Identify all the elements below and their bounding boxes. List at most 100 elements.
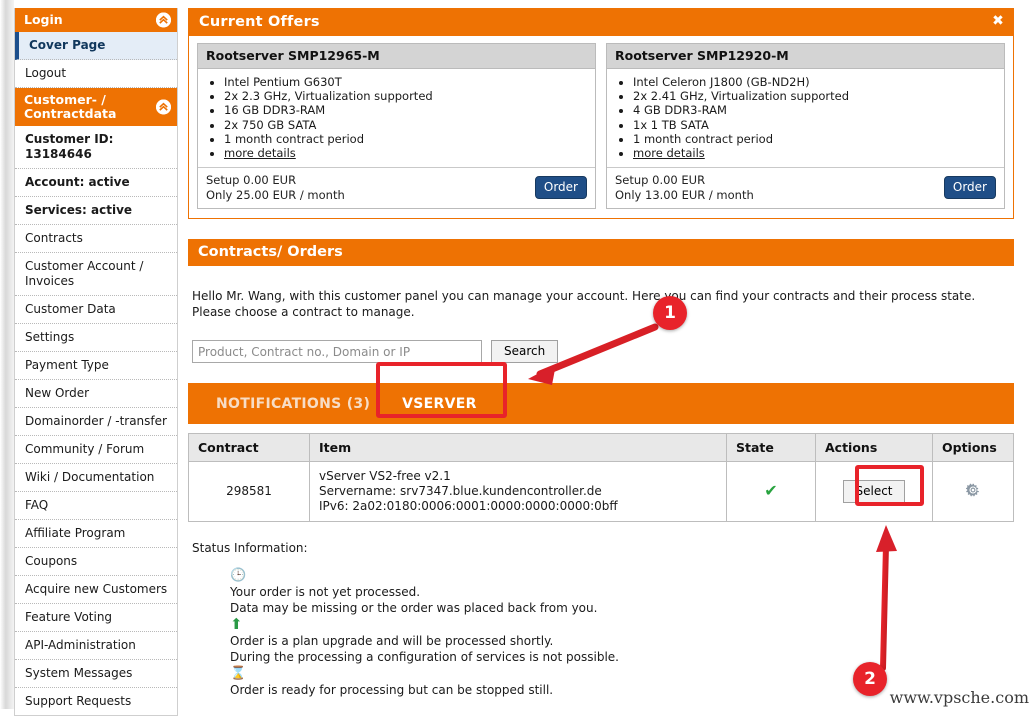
order-button[interactable]: Order: [534, 176, 587, 200]
sidebar-item-label: Customer Account / Invoices: [25, 259, 144, 288]
sidebar-item-wiki-documentation[interactable]: Wiki / Documentation: [15, 464, 177, 492]
sidebar-group-label: Customer- / Contractdata: [24, 92, 117, 121]
cell-state: ✔: [726, 461, 816, 523]
column-header-options: Options: [932, 433, 1014, 463]
cell-contract-number: 298581: [188, 461, 310, 523]
sidebar-item-label: Community / Forum: [25, 442, 145, 456]
offer-monthly-price: Only 13.00 EUR / month: [615, 187, 754, 202]
status-information-title: Status Information:: [192, 541, 308, 556]
current-offers-panel: Current Offers ✖ Rootserver SMP12965-M I…: [188, 8, 1014, 220]
more-details-link[interactable]: more details: [633, 146, 705, 160]
sidebar-item-api-administration[interactable]: API-Administration: [15, 632, 177, 660]
search-input[interactable]: [192, 340, 482, 364]
more-details-link[interactable]: more details: [224, 146, 296, 160]
sidebar-item-label: Wiki / Documentation: [25, 470, 155, 484]
sidebar-group-label: Login: [24, 12, 63, 27]
offer-title: Rootserver SMP12920-M: [607, 44, 1004, 69]
contracts-orders-header: Contracts/ Orders: [188, 239, 1014, 267]
sidebar-info-services-status: Services: active: [15, 197, 177, 225]
select-button[interactable]: Select: [843, 480, 905, 504]
sidebar-item-domainorder-transfer[interactable]: Domainorder / -transfer: [15, 408, 177, 436]
main-content: Current Offers ✖ Rootserver SMP12965-M I…: [188, 8, 1014, 699]
sidebar-item-label: FAQ: [25, 498, 49, 512]
chevrons-up-icon[interactable]: [156, 12, 171, 28]
sidebar-item-affiliate-program[interactable]: Affiliate Program: [15, 520, 177, 548]
sidebar-item-label: Customer Data: [25, 302, 116, 316]
tab-label: NOTIFICATIONS (3): [216, 395, 371, 412]
sidebar-info-account-status: Account: active: [15, 169, 177, 197]
sidebar-item-label: Feature Voting: [25, 610, 113, 624]
offer-pricing: Setup 0.00 EUR Only 13.00 EUR / month: [615, 173, 754, 202]
sidebar-item-logout[interactable]: Logout: [15, 60, 177, 88]
offers-card-list: Rootserver SMP12965-M Intel Pentium G630…: [189, 36, 1013, 219]
search-button[interactable]: Search: [491, 340, 559, 364]
table-header-row: Contract Item State Actions Options: [188, 433, 1014, 463]
column-header-state: State: [726, 433, 816, 463]
table-head: Contract Item State Actions Options: [188, 433, 1014, 463]
status-line: During the processing a configuration of…: [230, 650, 619, 665]
sidebar-item-community-forum[interactable]: Community / Forum: [15, 436, 177, 464]
sidebar-item-label: New Order: [25, 386, 90, 400]
offer-spec: Intel Pentium G630T: [224, 75, 587, 89]
sidebar-item-label: Support Requests: [25, 694, 132, 708]
offer-spec: 16 GB DDR3-RAM: [224, 103, 587, 117]
offer-title: Rootserver SMP12965-M: [198, 44, 595, 69]
offer-more-details-item: more details: [633, 146, 996, 160]
cell-actions: Select: [815, 461, 933, 523]
offer-setup-fee: Setup 0.00 EUR: [615, 173, 706, 188]
column-header-item: Item: [309, 433, 727, 463]
sidebar-item-customer-account-invoices[interactable]: Customer Account / Invoices: [15, 253, 177, 296]
status-entry: 🕒 Your order is not yet processed. Data …: [230, 568, 1014, 616]
sidebar-item-faq[interactable]: FAQ: [15, 492, 177, 520]
order-button[interactable]: Order: [943, 176, 996, 200]
cell-item: vServer VS2-free v2.1 Servername: srv734…: [309, 461, 727, 523]
sidebar-item-coupons[interactable]: Coupons: [15, 548, 177, 576]
column-header-contract: Contract: [188, 433, 310, 463]
panel-title: Current Offers: [199, 14, 320, 30]
gear-icon[interactable]: [965, 483, 980, 500]
sidebar-item-label: Account: active: [25, 175, 130, 189]
sidebar-item-acquire-new-customers[interactable]: Acquire new Customers: [15, 576, 177, 604]
green-up-arrow-icon: ⬆: [230, 615, 243, 634]
sidebar-item-label: Acquire new Customers: [25, 582, 168, 596]
status-line: Your order is not yet processed.: [230, 585, 421, 600]
column-header-actions: Actions: [815, 433, 933, 463]
chevrons-up-icon[interactable]: [156, 99, 171, 115]
sidebar-item-customer-data[interactable]: Customer Data: [15, 296, 177, 324]
offer-spec: 1x 1 TB SATA: [633, 118, 996, 132]
sidebar-group-header-login[interactable]: Login: [15, 8, 177, 32]
sidebar-item-feature-voting[interactable]: Feature Voting: [15, 604, 177, 632]
tab-notifications[interactable]: NOTIFICATIONS (3): [200, 383, 386, 424]
sidebar-item-contracts[interactable]: Contracts: [15, 225, 177, 253]
sidebar-item-label: API-Administration: [25, 638, 136, 652]
sidebar-item-system-messages[interactable]: System Messages: [15, 660, 177, 688]
offer-setup-fee: Setup 0.00 EUR: [206, 173, 297, 188]
status-line: Order is a plan upgrade and will be proc…: [230, 634, 554, 649]
app-page: Login Cover Page Logout Customer- / Cont…: [0, 0, 1035, 716]
offer-spec: Intel Celeron J1800 (GB-ND2H): [633, 75, 996, 89]
cell-options: [932, 461, 1014, 523]
tab-label: VSERVER: [402, 395, 477, 412]
table-body: 298581 vServer VS2-free v2.1 Servername:…: [188, 461, 1014, 523]
sidebar-item-settings[interactable]: Settings: [15, 324, 177, 352]
status-entry: ⬆ Order is a plan upgrade and will be pr…: [230, 617, 1014, 665]
sidebar-item-payment-type[interactable]: Payment Type: [15, 352, 177, 380]
offer-spec-list: Intel Celeron J1800 (GB-ND2H) 2x 2.41 GH…: [607, 69, 1004, 167]
sidebar-group-header-customer-contractdata[interactable]: Customer- / Contractdata: [15, 88, 177, 126]
offer-spec-list: Intel Pentium G630T 2x 2.3 GHz, Virtuali…: [198, 69, 595, 167]
sidebar: Login Cover Page Logout Customer- / Cont…: [14, 8, 178, 716]
intro-line-1: Hello Mr. Wang, with this customer panel…: [192, 289, 976, 304]
offer-footer: Setup 0.00 EUR Only 13.00 EUR / month Or…: [607, 167, 1004, 208]
panel-title: Contracts/ Orders: [198, 244, 343, 261]
close-icon[interactable]: ✖: [992, 14, 1004, 28]
tab-vserver[interactable]: VSERVER: [386, 383, 493, 424]
sidebar-item-cover-page[interactable]: Cover Page: [15, 32, 177, 60]
sidebar-item-label: Logout: [25, 66, 67, 80]
status-line: Data may be missing or the order was pla…: [230, 601, 598, 616]
watermark: www.vpsche.com: [889, 688, 1029, 707]
status-information-list: 🕒 Your order is not yet processed. Data …: [230, 568, 1014, 698]
sidebar-item-label: Coupons: [25, 554, 78, 568]
sidebar-item-support-requests[interactable]: Support Requests: [15, 688, 177, 715]
sidebar-item-new-order[interactable]: New Order: [15, 380, 177, 408]
item-product: vServer VS2-free v2.1: [319, 469, 451, 484]
